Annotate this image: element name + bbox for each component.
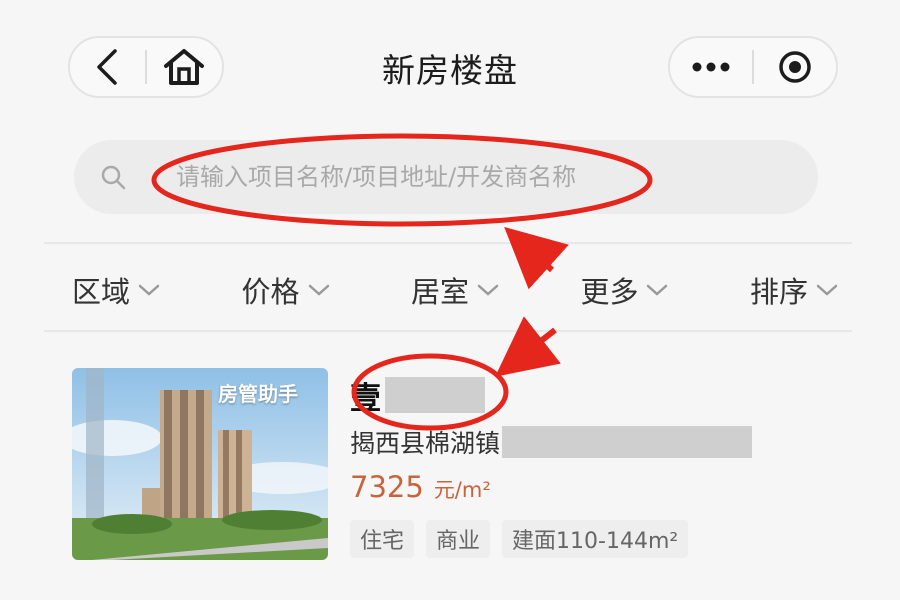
filter-price[interactable]: 价格: [229, 262, 341, 318]
filter-region[interactable]: 区域: [60, 262, 172, 318]
filter-label: 排序: [749, 275, 808, 309]
listing-thumbnail[interactable]: 房管助手: [72, 368, 328, 560]
nav-capsule-right: [668, 36, 838, 98]
redacted-block: [385, 377, 485, 413]
listing-address-row: 揭西县棉湖镇: [350, 424, 753, 460]
filter-sort[interactable]: 排序: [738, 262, 850, 318]
listing-info: 壹 揭西县棉湖镇 7325 元/m² 住宅 商业 建面110-144m²: [350, 368, 850, 562]
listing-tags: 住宅 商业 建面110-144m²: [350, 520, 689, 558]
chevron-down-icon: [138, 284, 160, 296]
search-bar[interactable]: [74, 140, 818, 214]
tag-commercial: 商业: [426, 520, 491, 558]
close-miniprogram-button[interactable]: [754, 38, 836, 96]
filter-label: 区域: [72, 275, 131, 309]
filter-label: 价格: [241, 275, 300, 309]
target-circle-icon: [779, 51, 811, 83]
filter-more[interactable]: 更多: [568, 262, 680, 318]
filter-bar: 区域 价格 居室 更多 排序: [60, 262, 850, 318]
listing-price-row: 7325 元/m²: [350, 470, 491, 510]
watermark-text: 房管助手: [218, 382, 298, 406]
listing-price-unit: 元/m²: [433, 478, 491, 502]
chevron-down-icon: [308, 284, 329, 296]
redacted-block: [502, 426, 753, 458]
filter-label: 居室: [410, 275, 469, 309]
chevron-down-icon: [477, 284, 499, 296]
more-button[interactable]: [670, 38, 752, 96]
chevron-down-icon: [816, 284, 838, 296]
listing-card[interactable]: 房管助手 壹 揭西县棉湖镇 7325 元/m² 住宅 商业 建面110-144m…: [72, 368, 862, 562]
divider: [44, 330, 852, 332]
search-icon-wrap: [74, 140, 136, 214]
filter-label: 更多: [580, 275, 639, 309]
chevron-down-icon: [647, 284, 668, 296]
filter-rooms[interactable]: 居室: [399, 262, 511, 318]
tag-residential: 住宅: [350, 520, 415, 558]
page: 新房楼盘 区域: [0, 0, 900, 600]
listing-address: 揭西县棉湖镇: [350, 429, 501, 458]
divider: [44, 242, 852, 244]
more-dots-icon: [692, 62, 730, 72]
search-icon: [101, 165, 126, 190]
tag-area: 建面110-144m²: [502, 520, 689, 558]
annotation-arrow-down: [495, 316, 561, 377]
listing-price: 7325: [350, 470, 424, 504]
listing-name-row: 壹: [350, 372, 485, 418]
listing-name[interactable]: 壹: [350, 373, 381, 418]
search-input[interactable]: [136, 163, 818, 191]
